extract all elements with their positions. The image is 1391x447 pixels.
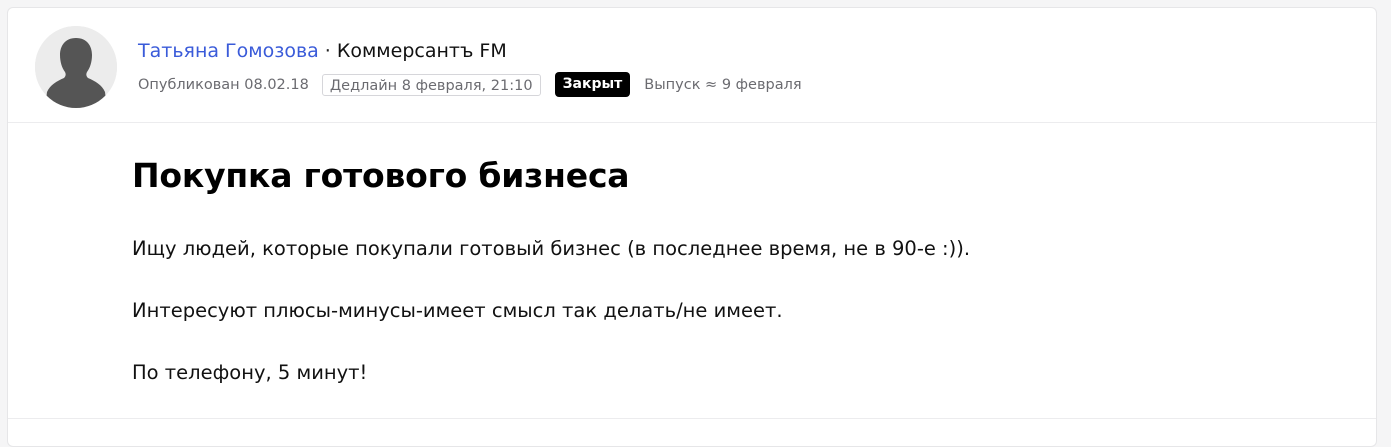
body-paragraph: Ищу людей, которые покупали готовый бизн…	[132, 237, 971, 260]
status-badge: Закрыт	[554, 72, 631, 97]
meta-line: Опубликован 08.02.18 Дедлайн 8 февраля, …	[138, 72, 802, 97]
request-header: Татьяна Гомозова · Коммерсантъ FM Опублико…	[8, 8, 1376, 123]
body-paragraph: По телефону, 5 минут!	[132, 361, 368, 384]
author-name-link[interactable]: Татьяна Гомозова	[138, 40, 319, 62]
company-name-link[interactable]: Коммерсантъ FM	[337, 40, 507, 62]
divider	[8, 418, 1376, 419]
release-date: Выпуск ≈ 9 февраля	[644, 76, 802, 93]
deadline-badge: Дедлайн 8 февраля, 21:10	[321, 73, 541, 96]
author-line: Татьяна Гомозова · Коммерсантъ FM	[138, 39, 507, 63]
body-paragraph: Интересуют плюсы-минусы-имеет смысл так …	[132, 299, 783, 322]
page-title: Покупка готового бизнеса	[132, 156, 630, 195]
published-date: Опубликован 08.02.18	[138, 76, 309, 93]
user-silhouette-icon	[35, 26, 117, 108]
avatar[interactable]	[35, 26, 117, 108]
request-body: Покупка готового бизнеса Ищу людей, кото…	[132, 122, 1336, 387]
request-card: Татьяна Гомозова · Коммерсантъ FM Опублико…	[7, 7, 1377, 447]
author-separator: ·	[324, 40, 331, 62]
